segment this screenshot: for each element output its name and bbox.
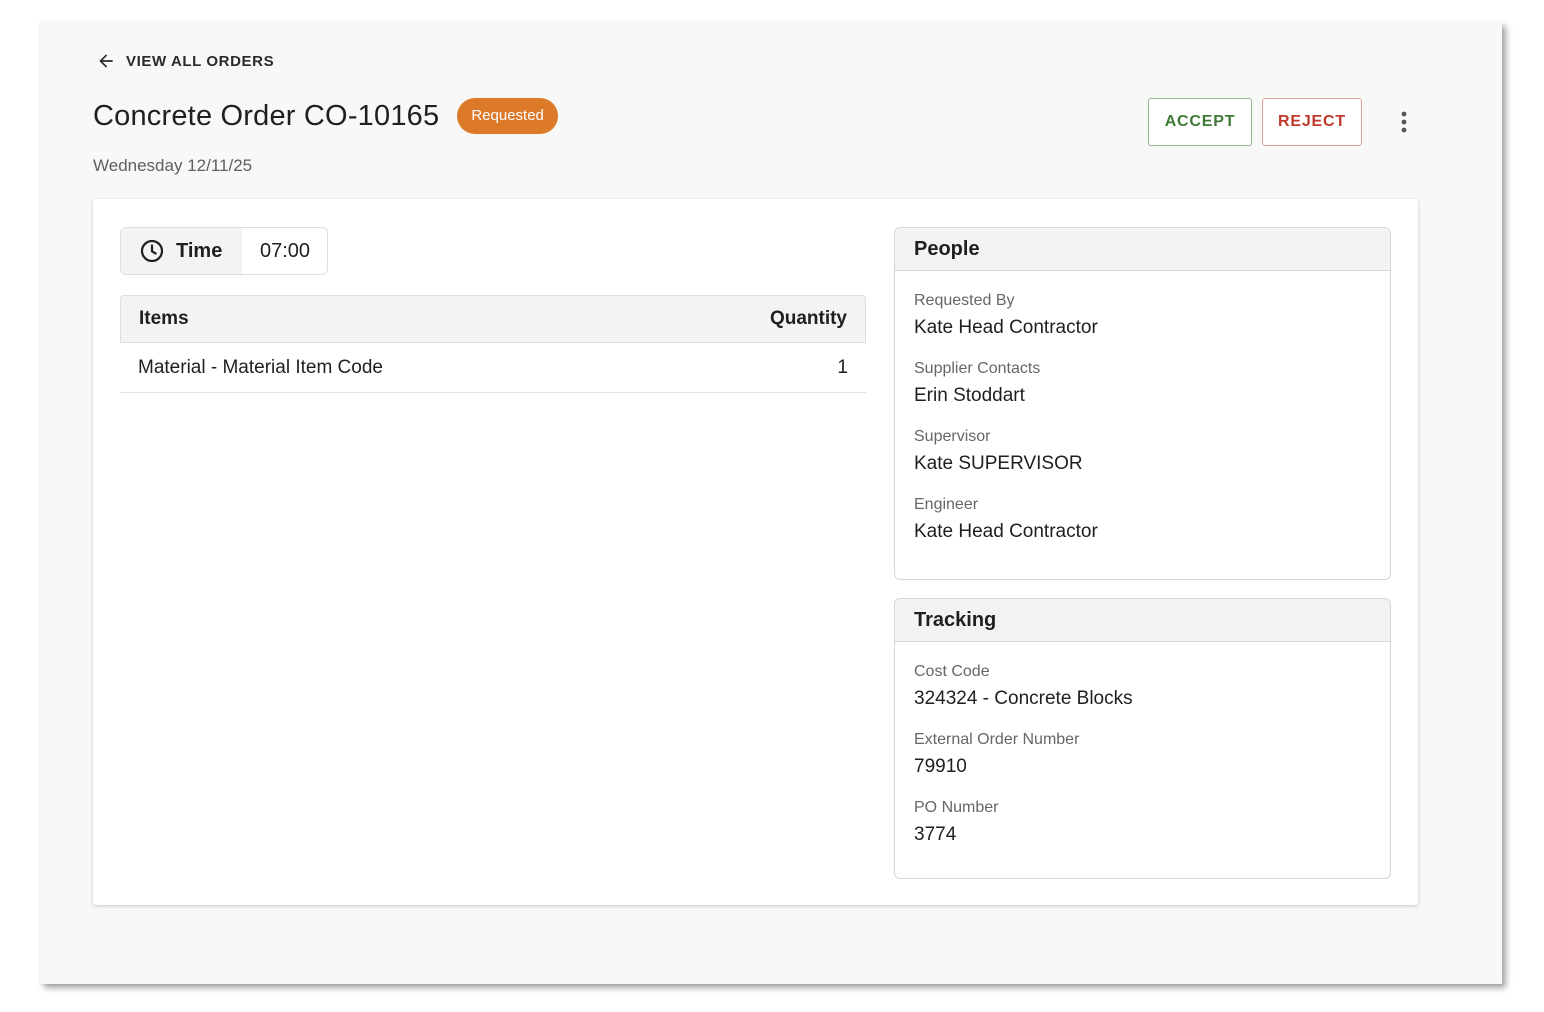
field-label: External Order Number [914, 731, 1080, 748]
view-all-orders-link[interactable]: VIEW ALL ORDERS [96, 50, 274, 72]
item-name: Material - Material Item Code [138, 356, 383, 378]
field-label: Engineer [914, 496, 979, 513]
people-panel-title: People [895, 228, 1390, 271]
time-label: Time [176, 239, 223, 262]
field-value: 79910 [914, 756, 967, 777]
app-window: VIEW ALL ORDERS Concrete Order CO-10165 … [40, 22, 1502, 984]
requested-by-field: Requested By Kate Head Contractor [895, 291, 1390, 341]
items-column-header: Items [139, 308, 189, 329]
field-value: Kate SUPERVISOR [914, 453, 1083, 474]
items-table-header: Items Quantity [120, 295, 866, 343]
item-quantity: 1 [837, 356, 848, 378]
more-vertical-icon [1401, 111, 1407, 133]
title-row: Concrete Order CO-10165 Requested [93, 98, 558, 134]
table-row: Material - Material Item Code 1 [120, 343, 866, 393]
more-options-button[interactable] [1386, 98, 1422, 146]
field-value: Kate Head Contractor [914, 317, 1098, 338]
accept-button[interactable]: ACCEPT [1148, 98, 1252, 146]
supervisor-field: Supervisor Kate SUPERVISOR [895, 427, 1390, 477]
field-label: Cost Code [914, 663, 990, 680]
reject-button[interactable]: REJECT [1262, 98, 1362, 146]
field-label: PO Number [914, 799, 999, 816]
field-value: 3774 [914, 824, 957, 845]
field-label: Supplier Contacts [914, 360, 1041, 377]
field-value: 324324 - Concrete Blocks [914, 688, 1133, 709]
people-panel: People Requested By Kate Head Contractor… [894, 227, 1391, 580]
quantity-column-header: Quantity [769, 308, 847, 329]
time-label-cell: Time [121, 228, 242, 274]
tracking-panel-title: Tracking [895, 599, 1390, 642]
arrow-left-icon [99, 54, 113, 68]
time-value: 07:00 [260, 239, 311, 262]
time-field: Time 07:00 [120, 227, 328, 275]
supplier-contacts-field: Supplier Contacts Erin Stoddart [895, 359, 1390, 409]
external-order-number-field: External Order Number 79910 [895, 730, 1390, 780]
order-actions: ACCEPT REJECT [1148, 98, 1422, 146]
items-table: Items Quantity Material - Material Item … [120, 295, 866, 393]
field-label: Supervisor [914, 428, 991, 445]
clock-icon [140, 239, 164, 263]
field-value: Erin Stoddart [914, 385, 1025, 406]
po-number-field: PO Number 3774 [895, 798, 1390, 848]
field-label: Requested By [914, 292, 1015, 309]
tracking-panel: Tracking Cost Code 324324 - Concrete Blo… [894, 598, 1391, 879]
status-badge: Requested [457, 98, 558, 134]
view-all-orders-label: VIEW ALL ORDERS [126, 52, 275, 70]
field-value: Kate Head Contractor [914, 521, 1098, 542]
order-details-card: Time 07:00 Items Quantity Material - Mat… [93, 199, 1418, 905]
order-date: Wednesday 12/11/25 [93, 156, 253, 175]
engineer-field: Engineer Kate Head Contractor [895, 495, 1390, 545]
cost-code-field: Cost Code 324324 - Concrete Blocks [895, 662, 1390, 712]
page-title: Concrete Order CO-10165 [93, 99, 440, 132]
